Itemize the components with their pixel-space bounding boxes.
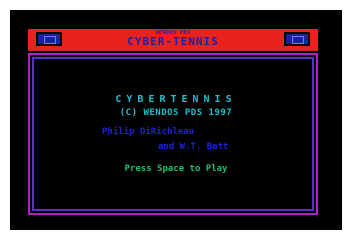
maximize-box-icon <box>292 36 304 44</box>
title-bar: WENDOS PDS CYBER-TENNIS <box>28 29 318 51</box>
window-title: CYBER-TENNIS <box>127 35 219 48</box>
credit-line-2: and W.T. Batt <box>158 142 229 152</box>
copyright-text: (C) WENDOS PDS 1997 <box>119 108 233 118</box>
game-title: CYBERTENNIS <box>115 94 237 105</box>
start-prompt[interactable]: Press Space to Play <box>0 164 352 174</box>
window-maximize-button[interactable] <box>284 32 310 46</box>
credit-line-1: Philip DiRichleau <box>102 127 195 137</box>
